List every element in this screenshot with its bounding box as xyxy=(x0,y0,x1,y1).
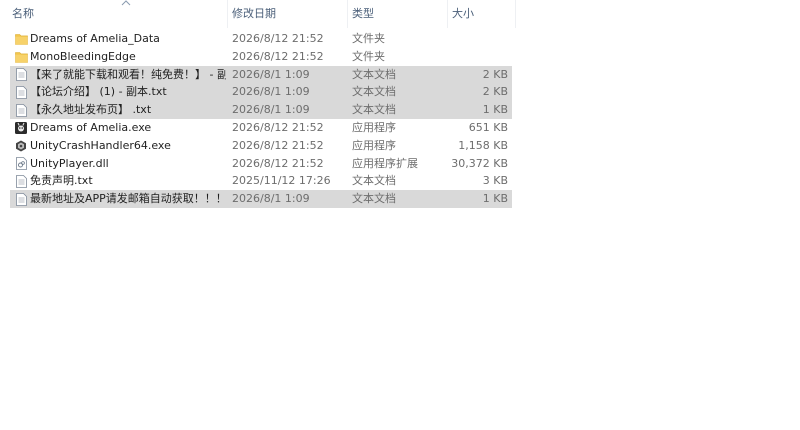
file-modified-date: 2026/8/12 21:52 xyxy=(232,49,324,63)
file-modified-date: 2026/8/1 1:09 xyxy=(232,192,310,206)
file-size xyxy=(430,48,508,66)
file-name: UnityCrashHandler64.exe xyxy=(30,138,171,152)
file-size: 1 KB xyxy=(482,192,508,206)
file-size: 2 KB xyxy=(482,85,508,99)
file-name: 【论坛介绍】 (1) - 副本.txt xyxy=(30,85,167,99)
file-name: Dreams of Amelia_Data xyxy=(30,32,160,45)
file-size: 3 KB xyxy=(482,174,508,188)
file-size: 30,372 KB xyxy=(451,156,508,170)
file-row[interactable]: UnityPlayer.dll 2026/8/12 21:52 应用程序扩展 3… xyxy=(10,155,512,173)
file-modified-date: 2026/8/12 21:52 xyxy=(232,120,324,134)
dll-file-icon xyxy=(14,155,28,173)
file-size: 651 KB xyxy=(468,120,508,134)
file-size xyxy=(430,30,508,48)
file-row[interactable]: 【永久地址发布页】 .txt 2026/8/1 1:09 文本文档 1 KB xyxy=(10,101,512,119)
column-header-date[interactable]: 修改日期 xyxy=(228,0,348,28)
file-row[interactable]: Dreams of Amelia_Data 2026/8/12 21:52 文件… xyxy=(10,30,512,48)
file-row[interactable]: MonoBleedingEdge 2026/8/12 21:52 文件夹 xyxy=(10,48,512,66)
file-name: 【永久地址发布页】 .txt xyxy=(30,103,152,117)
column-header-type-label: 类型 xyxy=(352,7,374,20)
unity-icon xyxy=(14,137,28,155)
file-modified-date: 2026/8/12 21:52 xyxy=(232,138,324,152)
file-name: MonoBleedingEdge xyxy=(30,49,136,63)
folder-icon xyxy=(14,48,28,66)
text-file-icon xyxy=(14,66,28,84)
sort-ascending-icon xyxy=(120,0,132,7)
file-size: 1 KB xyxy=(482,103,508,117)
file-row[interactable]: 免责声明.txt 2025/11/12 17:26 文本文档 3 KB xyxy=(10,172,512,190)
text-file-icon xyxy=(14,172,28,190)
game-app-icon xyxy=(14,119,28,137)
column-header-name[interactable]: 名称 xyxy=(8,0,228,28)
text-file-icon xyxy=(14,101,28,119)
file-modified-date: 2025/11/12 17:26 xyxy=(232,174,331,188)
file-name: UnityPlayer.dll xyxy=(30,156,109,170)
file-modified-date: 2026/8/1 1:09 xyxy=(232,85,310,99)
column-header-size-label: 大小 xyxy=(452,7,474,20)
file-row[interactable]: 【来了就能下载和观看！纯免费！】 - 副... 2026/8/1 1:09 文本… xyxy=(10,65,512,84)
file-modified-date: 2026/8/12 21:52 xyxy=(232,156,324,170)
column-header-bar: 名称 修改日期 类型 大小 xyxy=(0,0,516,28)
file-name: 【来了就能下载和观看！纯免费！】 - 副... xyxy=(30,67,226,81)
file-list: Dreams of Amelia_Data 2026/8/12 21:52 文件… xyxy=(10,30,512,208)
file-size: 1,158 KB xyxy=(458,138,508,152)
file-explorer: 名称 修改日期 类型 大小 Dreams of Amelia_Data 2026… xyxy=(0,0,800,430)
file-modified-date: 2026/8/1 1:09 xyxy=(232,67,310,81)
file-name: Dreams of Amelia.exe xyxy=(30,120,152,134)
file-name: 最新地址及APP请发邮箱自动获取！！！... xyxy=(30,192,226,206)
file-size: 2 KB xyxy=(482,67,508,81)
folder-icon xyxy=(14,30,28,48)
column-header-type[interactable]: 类型 xyxy=(348,0,448,28)
file-modified-date: 2026/8/12 21:52 xyxy=(232,32,324,45)
column-header-date-label: 修改日期 xyxy=(232,7,276,20)
file-row[interactable]: UnityCrashHandler64.exe 2026/8/12 21:52 … xyxy=(10,137,512,155)
column-header-name-label: 名称 xyxy=(12,7,34,20)
text-file-icon xyxy=(14,190,28,208)
column-header-size[interactable]: 大小 xyxy=(448,0,516,28)
file-modified-date: 2026/8/1 1:09 xyxy=(232,103,310,117)
file-row[interactable]: Dreams of Amelia.exe 2026/8/12 21:52 应用程… xyxy=(10,119,512,137)
text-file-icon xyxy=(14,83,28,101)
file-row[interactable]: 【论坛介绍】 (1) - 副本.txt 2026/8/1 1:09 文本文档 2… xyxy=(10,83,512,102)
file-row[interactable]: 最新地址及APP请发邮箱自动获取！！！... 2026/8/1 1:09 文本文… xyxy=(10,190,512,208)
file-name: 免责声明.txt xyxy=(30,174,93,188)
